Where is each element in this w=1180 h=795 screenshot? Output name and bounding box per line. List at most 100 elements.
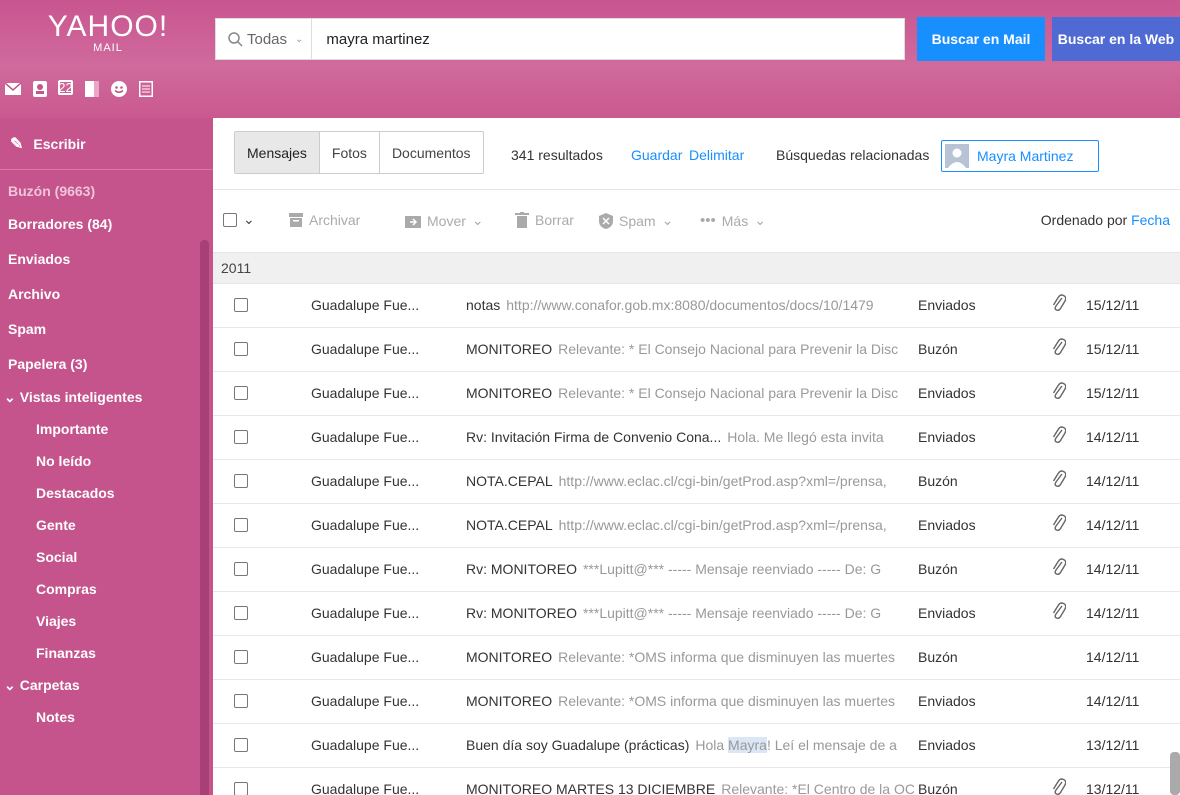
message-checkbox[interactable]: [234, 386, 248, 400]
messenger-icon[interactable]: [110, 80, 127, 97]
tab-messages[interactable]: Mensajes: [235, 132, 320, 173]
delete-label: Borrar: [535, 212, 574, 228]
message-preview: http://www.conafor.gob.mx:8080/documento…: [506, 297, 874, 313]
message-checkbox[interactable]: [234, 606, 248, 620]
message-sender: Guadalupe Fue...: [311, 341, 420, 357]
select-all-dropdown[interactable]: ⌄: [223, 211, 255, 228]
message-checkbox[interactable]: [234, 782, 248, 795]
chevron-down-icon: ⌄: [661, 212, 674, 228]
sort-prefix: Ordenado por: [1040, 212, 1128, 228]
smart-view-social[interactable]: Social: [0, 541, 213, 573]
search-mail-button[interactable]: Buscar en Mail: [917, 17, 1045, 61]
folder-sent[interactable]: Enviados: [0, 241, 213, 276]
save-search-link[interactable]: Guardar: [631, 147, 682, 163]
message-checkbox[interactable]: [234, 694, 248, 708]
preview-text: Hola: [695, 737, 725, 753]
yahoo-mail-logo[interactable]: YAHOO! MAIL: [18, 12, 198, 55]
mail-icon[interactable]: [4, 80, 21, 97]
message-checkbox[interactable]: [234, 738, 248, 752]
message-summary: Buen día soy Guadalupe (prácticas) Hola M…: [466, 737, 914, 753]
sort-field[interactable]: Fecha: [1131, 212, 1170, 228]
search-box: Todas ⌄: [215, 18, 905, 60]
smart-view-shopping[interactable]: Compras: [0, 573, 213, 605]
message-row[interactable]: Guadalupe Fue... Rv: Invitación Firma de …: [213, 416, 1180, 460]
message-date: 14/12/11: [1086, 605, 1140, 621]
folders-header[interactable]: ⌄ Carpetas: [0, 669, 213, 701]
compose-button[interactable]: ✎ Escribir: [0, 118, 213, 170]
search-input[interactable]: [312, 19, 873, 59]
message-folder: Buzón: [918, 561, 958, 577]
search-web-button[interactable]: Buscar en la Web: [1052, 17, 1180, 61]
newsfeed-icon[interactable]: [137, 80, 154, 97]
spam-label: Spam: [619, 212, 656, 229]
message-row[interactable]: Guadalupe Fue... NOTA.CEPAL http://www.ecl…: [213, 504, 1180, 548]
message-row[interactable]: Guadalupe Fue... Rv: MONITOREO ***Lupitt@*…: [213, 548, 1180, 592]
folder-move-icon: [405, 215, 421, 228]
smart-view-finance[interactable]: Finanzas: [0, 637, 213, 669]
message-summary: Rv: MONITOREO ***Lupitt@*** ----- Mensaje…: [466, 561, 914, 577]
chevron-down-icon: ⌄: [471, 212, 484, 228]
smart-view-unread[interactable]: No leído: [0, 445, 213, 477]
message-sender: Guadalupe Fue...: [311, 297, 420, 313]
message-checkbox[interactable]: [234, 298, 248, 312]
message-sender: Guadalupe Fue...: [311, 473, 420, 489]
related-person-chip[interactable]: Mayra Martinez: [941, 140, 1099, 172]
calendar-icon[interactable]: 22: [58, 80, 73, 95]
message-date: 13/12/11: [1086, 781, 1140, 795]
message-row[interactable]: Guadalupe Fue... MONITOREO Relevante: * El…: [213, 372, 1180, 416]
message-checkbox[interactable]: [234, 430, 248, 444]
select-all-checkbox[interactable]: [223, 212, 237, 227]
tab-documents[interactable]: Documentos: [380, 132, 483, 173]
message-row[interactable]: Guadalupe Fue... MONITOREO Relevante: * El…: [213, 328, 1180, 372]
message-checkbox[interactable]: [234, 562, 248, 576]
move-button[interactable]: Mover ⌄: [405, 212, 484, 229]
calendar-day: 22: [58, 80, 73, 95]
custom-folder-list: Notes: [0, 701, 213, 733]
paperclip-icon: [1052, 777, 1067, 795]
message-subject: NOTA.CEPAL: [466, 517, 553, 533]
smart-view-starred[interactable]: Destacados: [0, 477, 213, 509]
message-subject: Rv: Invitación Firma de Convenio Cona...: [466, 429, 722, 445]
sort-control[interactable]: Ordenado por Fecha: [1041, 212, 1170, 228]
notepad-icon[interactable]: [83, 80, 100, 97]
delete-button[interactable]: Borrar: [515, 212, 574, 228]
search-scope-dropdown[interactable]: Todas ⌄: [216, 19, 313, 59]
message-row[interactable]: Guadalupe Fue... MONITOREO MARTES 13 DICI…: [213, 768, 1180, 795]
results-count: 341 resultados: [511, 147, 603, 163]
folder-inbox[interactable]: Buzón (9663): [0, 176, 213, 206]
message-row[interactable]: Guadalupe Fue... NOTA.CEPAL http://www.ecl…: [213, 460, 1180, 504]
message-preview: ***Lupitt@*** ----- Mensaje reenviado --…: [582, 605, 882, 621]
smart-view-people[interactable]: Gente: [0, 509, 213, 541]
sidebar-scrollbar[interactable]: [200, 240, 209, 795]
message-preview: http://www.eclac.cl/cgi-bin/getProd.asp?…: [558, 517, 887, 533]
message-checkbox[interactable]: [234, 650, 248, 664]
folder-notes[interactable]: Notes: [0, 701, 213, 733]
message-preview: Hola Mayra! Leí el mensaje de a: [695, 737, 897, 753]
message-preview: Relevante: *El Centro de la OC: [721, 781, 914, 795]
folder-archive[interactable]: Archivo: [0, 276, 213, 311]
message-row[interactable]: Guadalupe Fue... notas http://www.conafor.…: [213, 284, 1180, 328]
message-row[interactable]: Guadalupe Fue... Buen día soy Guadalupe (…: [213, 724, 1180, 768]
folder-drafts[interactable]: Borradores (84): [0, 206, 213, 241]
message-summary: MONITOREO Relevante: *OMS informa que dis…: [466, 693, 914, 709]
smart-view-travel[interactable]: Viajes: [0, 605, 213, 637]
refine-search-link[interactable]: Delimitar: [689, 147, 744, 163]
archive-button[interactable]: Archivar: [289, 212, 360, 228]
more-button[interactable]: ••• Más ⌄: [700, 212, 766, 229]
message-checkbox[interactable]: [234, 342, 248, 356]
contacts-icon[interactable]: [31, 80, 48, 97]
message-checkbox[interactable]: [234, 518, 248, 532]
message-row[interactable]: Guadalupe Fue... MONITOREO Relevante: *OMS…: [213, 636, 1180, 680]
folder-trash[interactable]: Papelera (3): [0, 346, 213, 381]
message-checkbox[interactable]: [234, 474, 248, 488]
message-row[interactable]: Guadalupe Fue... Rv: MONITOREO ***Lupitt@*…: [213, 592, 1180, 636]
smart-view-important[interactable]: Importante: [0, 413, 213, 445]
sidebar: ✎ Escribir Buzón (9663) Borradores (84) …: [0, 118, 213, 795]
spam-button[interactable]: Spam ⌄: [599, 212, 673, 229]
tab-photos[interactable]: Fotos: [320, 132, 380, 173]
smart-views-header[interactable]: ⌄ Vistas inteligentes: [0, 381, 213, 413]
folder-spam[interactable]: Spam: [0, 311, 213, 346]
message-sender: Guadalupe Fue...: [311, 737, 420, 753]
message-row[interactable]: Guadalupe Fue... MONITOREO Relevante: *OMS…: [213, 680, 1180, 724]
message-list-scrollbar[interactable]: [1170, 752, 1180, 795]
